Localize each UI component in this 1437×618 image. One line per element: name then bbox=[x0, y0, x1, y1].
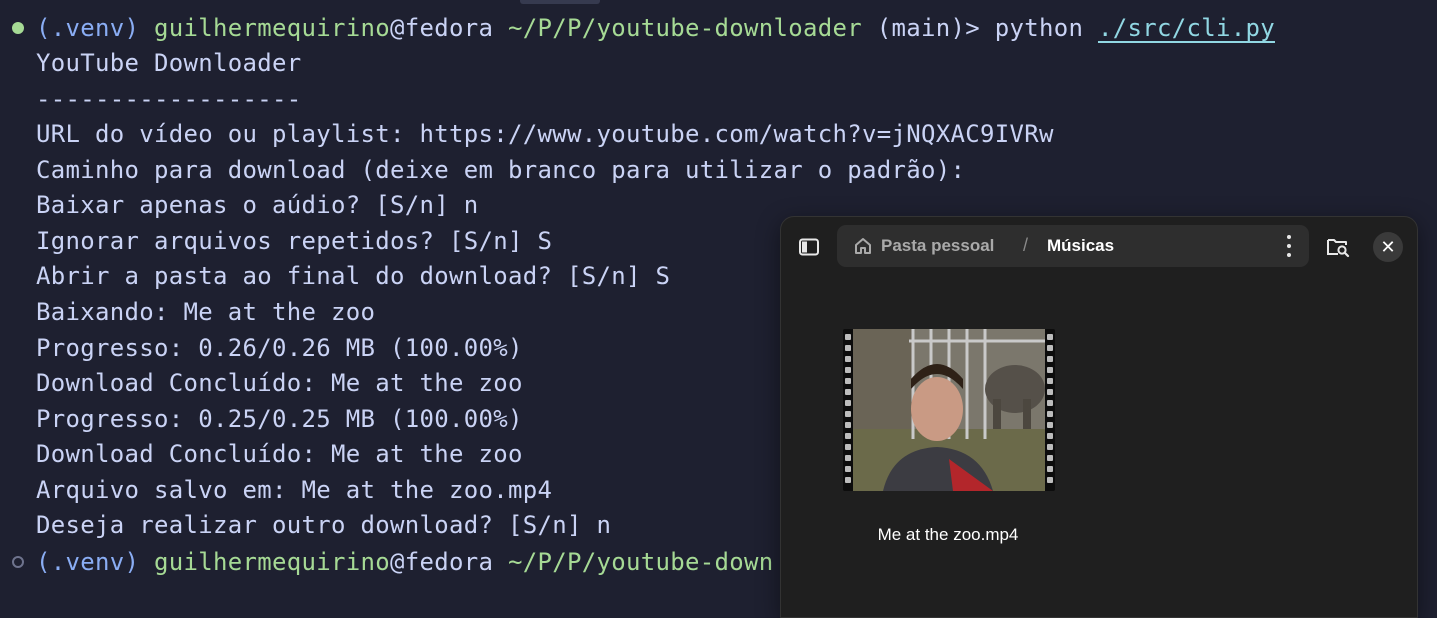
window-drag-handle[interactable] bbox=[520, 0, 600, 4]
video-frame-image bbox=[853, 329, 1045, 491]
close-icon: ✕ bbox=[1380, 236, 1396, 258]
sidebar-toggle-icon bbox=[799, 238, 819, 256]
prompt-status-dot-success bbox=[12, 22, 24, 34]
breadcrumb-separator: / bbox=[1023, 235, 1029, 255]
prompt-user: guilhermequirino bbox=[154, 548, 390, 576]
prompt-line-1: (.venv) guilhermequirino@fedora ~/P/P/yo… bbox=[36, 11, 1275, 45]
home-icon bbox=[855, 238, 871, 254]
command-arg-link[interactable]: ./src/cli.py bbox=[1098, 14, 1275, 42]
prompt-branch: (main)> bbox=[876, 14, 980, 42]
output-line: Download Concluído: Me at the zoo bbox=[36, 440, 523, 468]
film-strip-right bbox=[1045, 329, 1055, 491]
breadcrumb-current[interactable]: Músicas bbox=[1047, 236, 1114, 256]
output-line: Caminho para download (deixe em branco p… bbox=[36, 156, 966, 184]
output-line: URL do vídeo ou playlist: https://www.yo… bbox=[36, 120, 1054, 148]
prompt-venv: (.venv) bbox=[36, 548, 140, 576]
file-manager-header: Pasta pessoal / Músicas ✕ bbox=[781, 217, 1417, 277]
output-line: Download Concluído: Me at the zoo bbox=[36, 369, 523, 397]
prompt-host: @fedora bbox=[390, 14, 494, 42]
path-bar[interactable]: Pasta pessoal / Músicas bbox=[837, 225, 1309, 267]
output-line: Abrir a pasta ao final do download? [S/n… bbox=[36, 262, 671, 290]
prompt-user: guilhermequirino bbox=[154, 14, 390, 42]
prompt-host: @fedora bbox=[390, 548, 494, 576]
video-thumbnail bbox=[843, 329, 1055, 491]
sidebar-toggle-button[interactable] bbox=[795, 233, 823, 261]
film-strip-left bbox=[843, 329, 853, 491]
output-line: Ignorar arquivos repetidos? [S/n] S bbox=[36, 227, 553, 255]
output-line: ------------------ bbox=[36, 85, 302, 113]
prompt-status-dot-idle bbox=[12, 556, 24, 568]
output-line: Baixar apenas o aúdio? [S/n] n bbox=[36, 191, 479, 219]
output-line: Arquivo salvo em: Me at the zoo.mp4 bbox=[36, 476, 553, 504]
output-line: Deseja realizar outro download? [S/n] n bbox=[36, 511, 612, 539]
prompt-path: ~/P/P/youtube-downloader bbox=[508, 14, 862, 42]
prompt-line-2[interactable]: (.venv) guilhermequirino@fedora ~/P/P/yo… bbox=[36, 545, 774, 579]
file-name: Me at the zoo.mp4 bbox=[877, 525, 1019, 544]
folder-search-icon[interactable] bbox=[1325, 234, 1351, 260]
output-line: Progresso: 0.25/0.25 MB (100.00%) bbox=[36, 405, 523, 433]
prompt-path: ~/P/P/youtube-down bbox=[508, 548, 774, 576]
close-button[interactable]: ✕ bbox=[1373, 232, 1403, 262]
prompt-venv: (.venv) bbox=[36, 14, 140, 42]
file-manager-window[interactable]: Pasta pessoal / Músicas ✕ Me at the zoo.… bbox=[780, 216, 1418, 618]
output-line: Progresso: 0.26/0.26 MB (100.00%) bbox=[36, 334, 523, 362]
output-line: Baixando: Me at the zoo bbox=[36, 298, 376, 326]
breadcrumb-home[interactable]: Pasta pessoal bbox=[881, 236, 994, 256]
output-line: YouTube Downloader bbox=[36, 49, 302, 77]
command-name: python bbox=[994, 14, 1084, 42]
kebab-menu-icon[interactable] bbox=[1277, 234, 1301, 258]
